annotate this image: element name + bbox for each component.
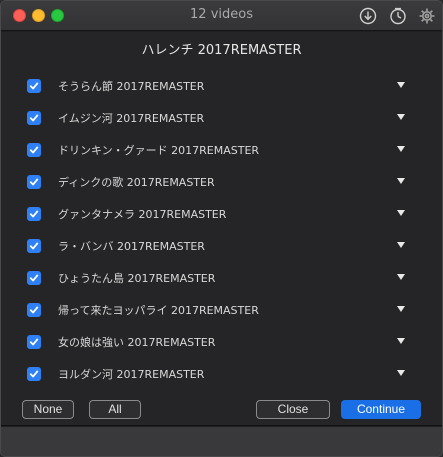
checkmark-icon bbox=[29, 306, 39, 314]
track-options-chevron-down-icon[interactable] bbox=[397, 370, 405, 376]
checkmark-icon bbox=[29, 370, 39, 378]
track-options-chevron-down-icon[interactable] bbox=[397, 82, 405, 88]
track-checkbox[interactable] bbox=[27, 367, 41, 381]
track-label: イムジン河 2017REMASTER bbox=[58, 112, 205, 125]
track-label: ラ・バンバ 2017REMASTER bbox=[58, 240, 205, 253]
app-window: 12 videos ハレンチ 2017REMASTER そうらん節 2017RE… bbox=[0, 0, 443, 457]
track-row[interactable]: 女の娘は強い 2017REMASTER bbox=[1, 332, 442, 352]
track-label: 女の娘は強い 2017REMASTER bbox=[58, 336, 216, 349]
track-checkbox[interactable] bbox=[27, 271, 41, 285]
checkmark-icon bbox=[29, 178, 39, 186]
track-checkbox[interactable] bbox=[27, 303, 41, 317]
track-label: そうらん節 2017REMASTER bbox=[58, 80, 205, 93]
select-all-button[interactable]: All bbox=[89, 400, 141, 419]
checkmark-icon bbox=[29, 274, 39, 282]
track-label: ディンクの歌 2017REMASTER bbox=[58, 176, 215, 189]
track-row[interactable]: イムジン河 2017REMASTER bbox=[1, 108, 442, 128]
close-button[interactable]: Close bbox=[256, 400, 330, 419]
continue-button[interactable]: Continue bbox=[341, 400, 421, 419]
checkmark-icon bbox=[29, 242, 39, 250]
track-options-chevron-down-icon[interactable] bbox=[397, 178, 405, 184]
track-checkbox[interactable] bbox=[27, 111, 41, 125]
checkmark-icon bbox=[29, 338, 39, 346]
window-footer bbox=[1, 427, 442, 456]
track-options-chevron-down-icon[interactable] bbox=[397, 338, 405, 344]
track-checkbox[interactable] bbox=[27, 143, 41, 157]
track-label: ひょうたん島 2017REMASTER bbox=[58, 272, 216, 285]
checkmark-icon bbox=[29, 210, 39, 218]
track-label: グァンタナメラ 2017REMASTER bbox=[58, 208, 227, 221]
track-checkbox[interactable] bbox=[27, 335, 41, 349]
select-none-button[interactable]: None bbox=[22, 400, 74, 419]
clock-icon[interactable] bbox=[389, 7, 407, 25]
track-options-chevron-down-icon[interactable] bbox=[397, 210, 405, 216]
track-row[interactable]: ヨルダン河 2017REMASTER bbox=[1, 364, 442, 384]
checkmark-icon bbox=[29, 114, 39, 122]
checkmark-icon bbox=[29, 82, 39, 90]
track-label: ヨルダン河 2017REMASTER bbox=[58, 368, 205, 381]
track-row[interactable]: グァンタナメラ 2017REMASTER bbox=[1, 204, 442, 224]
track-row[interactable]: ひょうたん島 2017REMASTER bbox=[1, 268, 442, 288]
download-icon[interactable] bbox=[359, 7, 377, 25]
track-row[interactable]: 帰って来たヨッパライ 2017REMASTER bbox=[1, 300, 442, 320]
track-row[interactable]: ラ・バンバ 2017REMASTER bbox=[1, 236, 442, 256]
track-label: 帰って来たヨッパライ 2017REMASTER bbox=[58, 304, 259, 317]
track-row[interactable]: ドリンキン・グァード 2017REMASTER bbox=[1, 140, 442, 160]
track-checkbox[interactable] bbox=[27, 79, 41, 93]
track-checkbox[interactable] bbox=[27, 207, 41, 221]
checkmark-icon bbox=[29, 146, 39, 154]
track-options-chevron-down-icon[interactable] bbox=[397, 274, 405, 280]
gear-icon[interactable] bbox=[418, 7, 436, 25]
track-label: ドリンキン・グァード 2017REMASTER bbox=[58, 144, 260, 157]
export-sheet: ハレンチ 2017REMASTER そうらん節 2017REMASTER イムジン… bbox=[1, 32, 442, 426]
track-row[interactable]: そうらん節 2017REMASTER bbox=[1, 76, 442, 96]
track-row[interactable]: ディンクの歌 2017REMASTER bbox=[1, 172, 442, 192]
track-checkbox[interactable] bbox=[27, 239, 41, 253]
track-options-chevron-down-icon[interactable] bbox=[397, 114, 405, 120]
titlebar: 12 videos bbox=[1, 1, 442, 31]
album-title: ハレンチ 2017REMASTER bbox=[141, 43, 302, 58]
track-options-chevron-down-icon[interactable] bbox=[397, 242, 405, 248]
track-options-chevron-down-icon[interactable] bbox=[397, 146, 405, 152]
track-checkbox[interactable] bbox=[27, 175, 41, 189]
track-options-chevron-down-icon[interactable] bbox=[397, 306, 405, 312]
